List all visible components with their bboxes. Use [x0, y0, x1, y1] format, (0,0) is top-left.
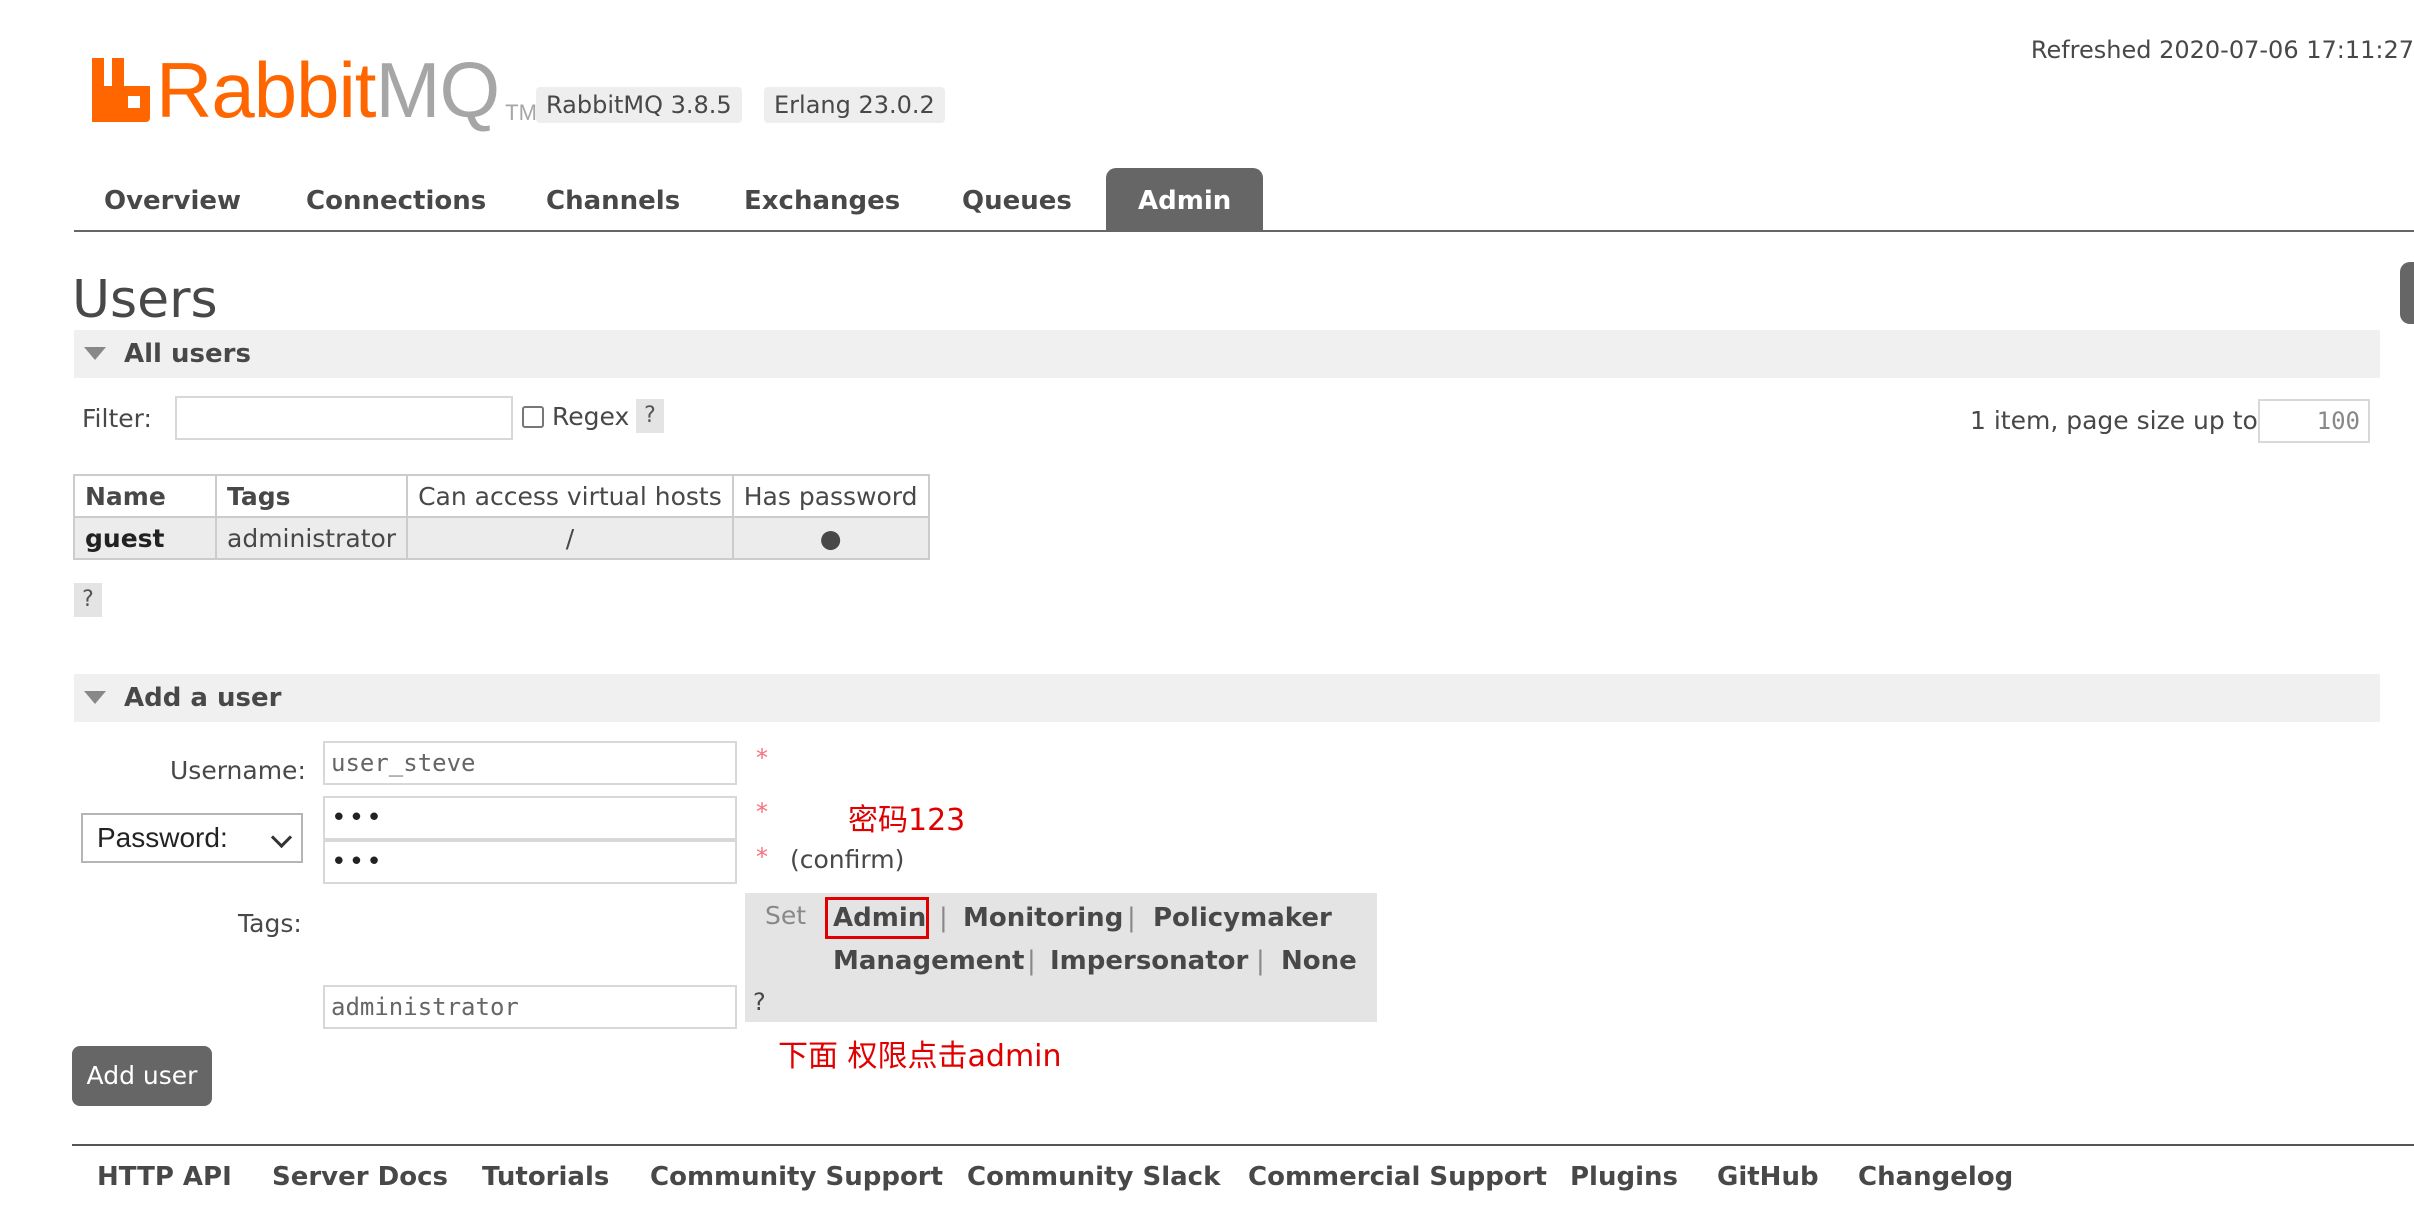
filter-help-button[interactable]: ?: [636, 399, 664, 433]
user-name-link[interactable]: guest: [73, 516, 217, 560]
tag-option-management[interactable]: Management: [833, 946, 1024, 976]
collapse-triangle-icon: [84, 691, 106, 704]
tag-option-monitoring[interactable]: Monitoring: [963, 903, 1123, 933]
footer-link-http-api[interactable]: HTTP API: [97, 1162, 232, 1192]
tags-label: Tags:: [238, 909, 302, 938]
password-required-mark: *: [756, 798, 768, 826]
username-required-mark: *: [756, 744, 768, 772]
tab-admin[interactable]: Admin: [1106, 168, 1264, 230]
user-tags-cell: administrator: [214, 516, 409, 560]
tag-option-none[interactable]: None: [1281, 946, 1357, 976]
logo-text-mq: MQ: [375, 46, 500, 134]
logo-trademark: TM: [505, 100, 537, 125]
tag-option-impersonator[interactable]: Impersonator: [1050, 946, 1248, 976]
footer-link-community-slack[interactable]: Community Slack: [967, 1162, 1220, 1192]
footer-link-changelog[interactable]: Changelog: [1858, 1162, 2013, 1192]
users-table-help-button[interactable]: ?: [74, 583, 102, 617]
footer-link-community-support[interactable]: Community Support: [650, 1162, 943, 1192]
password-input[interactable]: •••: [323, 796, 737, 840]
column-header-vhosts[interactable]: Can access virtual hosts: [406, 474, 734, 518]
tag-separator: |: [939, 903, 948, 933]
tags-input[interactable]: administrator: [323, 985, 737, 1029]
tab-channels[interactable]: Channels: [546, 168, 680, 230]
user-vhosts-cell: /: [406, 516, 734, 560]
footer-link-plugins[interactable]: Plugins: [1570, 1162, 1678, 1192]
tag-separator: |: [1127, 903, 1136, 933]
tag-options-panel: Set Admin | Monitoring | Policymaker Man…: [745, 893, 1377, 1022]
column-header-has-password[interactable]: Has password: [731, 474, 930, 518]
column-header-tags[interactable]: Tags: [214, 474, 409, 518]
regex-label: Regex: [552, 402, 630, 431]
filter-label: Filter:: [82, 404, 152, 433]
tag-separator: |: [1256, 946, 1265, 976]
footer-link-commercial-support[interactable]: Commercial Support: [1248, 1162, 1547, 1192]
logo-wordmark: RabbitMQ: [156, 51, 500, 129]
all-users-section-label: All users: [124, 339, 251, 369]
tab-overview[interactable]: Overview: [104, 168, 241, 230]
page-size-input[interactable]: 100: [2258, 399, 2370, 443]
regex-checkbox[interactable]: [522, 406, 544, 428]
username-label: Username:: [170, 756, 306, 785]
erlang-version-badge: Erlang 23.0.2: [764, 87, 945, 123]
add-user-section-label: Add a user: [124, 683, 282, 713]
chevron-down-icon: [270, 826, 293, 849]
logo-text-rabbit: Rabbit: [156, 46, 376, 134]
tag-option-admin[interactable]: Admin: [833, 903, 926, 933]
add-user-section-header[interactable]: Add a user: [74, 674, 2380, 722]
footer-link-github[interactable]: GitHub: [1717, 1162, 1819, 1192]
main-nav-tabs: Overview Connections Channels Exchanges …: [74, 168, 2414, 232]
confirm-required-mark: *: [756, 843, 768, 871]
set-label: Set: [765, 901, 807, 930]
page-title: Users: [72, 270, 218, 330]
user-has-password-cell: ●: [731, 516, 930, 560]
tags-annotation: 下面 权限点击admin: [778, 1039, 1062, 1074]
table-row[interactable]: guest administrator / ●: [73, 516, 930, 560]
footer: HTTP API Server Docs Tutorials Community…: [72, 1144, 2414, 1216]
all-users-section-header[interactable]: All users: [74, 330, 2380, 378]
password-mode-selected: Password:: [97, 822, 228, 853]
tags-help-button[interactable]: ?: [753, 988, 766, 1016]
password-mode-select[interactable]: Password:: [81, 813, 303, 863]
confirm-label: (confirm): [790, 845, 905, 874]
side-menu-handle[interactable]: [2400, 262, 2414, 324]
tag-separator: |: [1027, 946, 1036, 976]
refreshed-timestamp[interactable]: Refreshed 2020-07-06 17:11:27: [2031, 36, 2414, 64]
tab-exchanges[interactable]: Exchanges: [744, 168, 900, 230]
filter-input[interactable]: [175, 396, 513, 440]
footer-link-server-docs[interactable]: Server Docs: [272, 1162, 448, 1192]
tag-option-policymaker[interactable]: Policymaker: [1153, 903, 1332, 933]
footer-link-tutorials[interactable]: Tutorials: [482, 1162, 609, 1192]
users-table-header: Name Tags Can access virtual hosts Has p…: [73, 474, 930, 518]
rabbitmq-logo-icon: [92, 58, 150, 122]
users-table: Name Tags Can access virtual hosts Has p…: [73, 474, 930, 560]
tab-connections[interactable]: Connections: [306, 168, 486, 230]
column-header-name[interactable]: Name: [73, 474, 217, 518]
add-user-button[interactable]: Add user: [72, 1046, 212, 1106]
rabbitmq-version-badge: RabbitMQ 3.8.5: [536, 87, 742, 123]
username-input[interactable]: user_steve: [323, 741, 737, 785]
tab-queues[interactable]: Queues: [962, 168, 1072, 230]
collapse-triangle-icon: [84, 347, 106, 360]
pagination-text: 1 item, page size up to: [1970, 406, 2258, 435]
password-annotation: 密码123: [848, 803, 966, 838]
password-confirm-input[interactable]: •••: [323, 840, 737, 884]
rabbitmq-logo[interactable]: RabbitMQ TM: [92, 50, 537, 130]
